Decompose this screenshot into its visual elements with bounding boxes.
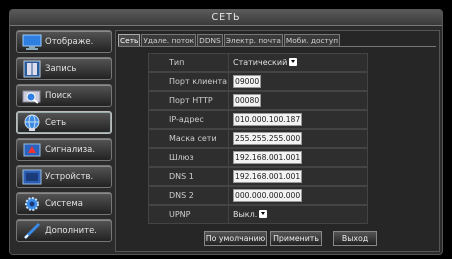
upnp-value: Выкл.: [233, 210, 258, 219]
default-button[interactable]: По умолчанию: [204, 231, 267, 246]
sidebar-item-display[interactable]: Отображе.: [16, 30, 112, 53]
setting-label: Порт клиента: [149, 73, 229, 90]
device-icon: [21, 168, 43, 186]
dns1-input[interactable]: 192.168.001.001: [233, 170, 303, 183]
setting-label: Маска сети: [149, 130, 229, 147]
sidebar-item-record[interactable]: Запись: [16, 57, 112, 80]
tab-ddns[interactable]: DDNS: [197, 34, 223, 46]
setting-label: DNS 2: [149, 187, 229, 204]
setting-row-type: Тип Статический: [148, 53, 368, 72]
network-settings-window: СЕТЬ Отображе. Запись Поиск Сеть Сигнали…: [9, 9, 443, 255]
monitor-icon: [21, 33, 43, 51]
sidebar-item-system[interactable]: Система: [16, 192, 112, 215]
subnet-mask-input[interactable]: 255.255.255.000: [233, 132, 303, 145]
setting-row-subnet-mask: Маска сети 255.255.255.000: [148, 129, 368, 148]
sidebar-item-label: Устройств.: [45, 172, 94, 182]
sidebar-item-label: Дополните.: [45, 226, 97, 236]
ip-address-input[interactable]: 010.000.100.187: [233, 113, 303, 126]
sidebar-item-label: Система: [45, 199, 83, 209]
sidebar-item-alarm[interactable]: Сигнализа.: [16, 138, 112, 161]
sidebar-item-advanced[interactable]: Дополните.: [16, 219, 112, 242]
setting-label: IP-адрес: [149, 111, 229, 128]
tab-mobile-access[interactable]: Моби. доступ: [283, 34, 341, 46]
setting-row-ip-address: IP-адрес 010.000.100.187: [148, 110, 368, 129]
type-value: Статический: [233, 58, 288, 67]
setting-row-client-port: Порт клиента 09000: [148, 72, 368, 91]
gear-icon: [21, 195, 43, 213]
search-icon: [21, 87, 43, 105]
setting-row-dns1: DNS 1 192.168.001.001: [148, 167, 368, 186]
sidebar-item-label: Сигнализа.: [45, 145, 96, 155]
setting-label: Тип: [149, 54, 229, 71]
tab-network[interactable]: Сеть: [118, 34, 141, 46]
tab-email[interactable]: Электр. почта: [223, 34, 283, 46]
sidebar-item-device[interactable]: Устройств.: [16, 165, 112, 188]
action-bar: По умолчанию Применить Выход: [204, 231, 404, 246]
window-title: СЕТЬ: [10, 10, 442, 26]
sidebar-item-label: Запись: [45, 64, 77, 74]
setting-row-gateway: Шлюз 192.168.001.001: [148, 148, 368, 167]
type-select[interactable]: Статический: [233, 56, 298, 69]
http-port-input[interactable]: 00080: [233, 94, 262, 107]
dns2-input[interactable]: 000.000.000.000: [233, 189, 303, 202]
alarm-icon: [21, 141, 43, 159]
sidebar-item-label: Сеть: [45, 118, 67, 128]
setting-label: DNS 1: [149, 168, 229, 185]
setting-row-upnp: UPNP Выкл.: [148, 205, 368, 224]
client-port-input[interactable]: 09000: [233, 75, 262, 88]
setting-row-dns2: DNS 2 000.000.000.000: [148, 186, 368, 205]
film-icon: [21, 60, 43, 78]
sidebar-item-network[interactable]: Сеть: [16, 111, 112, 134]
setting-label: Шлюз: [149, 149, 229, 166]
upnp-select[interactable]: Выкл.: [233, 208, 268, 221]
gateway-input[interactable]: 192.168.001.001: [233, 151, 303, 164]
chevron-down-icon: [289, 57, 298, 66]
exit-button[interactable]: Выход: [333, 231, 377, 246]
sidebar-item-label: Отображе.: [45, 37, 94, 47]
tab-remote-stream[interactable]: Удале. поток: [141, 34, 197, 46]
tab-bar: Сеть Удале. поток DDNS Электр. почта Моб…: [118, 34, 341, 46]
setting-label: UPNP: [149, 206, 229, 223]
network-icon: [21, 114, 43, 132]
sidebar-item-label: Поиск: [45, 91, 72, 101]
pen-icon: [21, 222, 43, 240]
setting-label: Порт HTTP: [149, 92, 229, 109]
settings-panel: Сеть Удале. поток DDNS Электр. почта Моб…: [115, 30, 440, 252]
tab-divider: [118, 46, 436, 47]
apply-button[interactable]: Применить: [270, 231, 322, 246]
chevron-down-icon: [259, 209, 268, 218]
setting-row-http-port: Порт HTTP 00080: [148, 91, 368, 110]
sidebar-item-search[interactable]: Поиск: [16, 84, 112, 107]
